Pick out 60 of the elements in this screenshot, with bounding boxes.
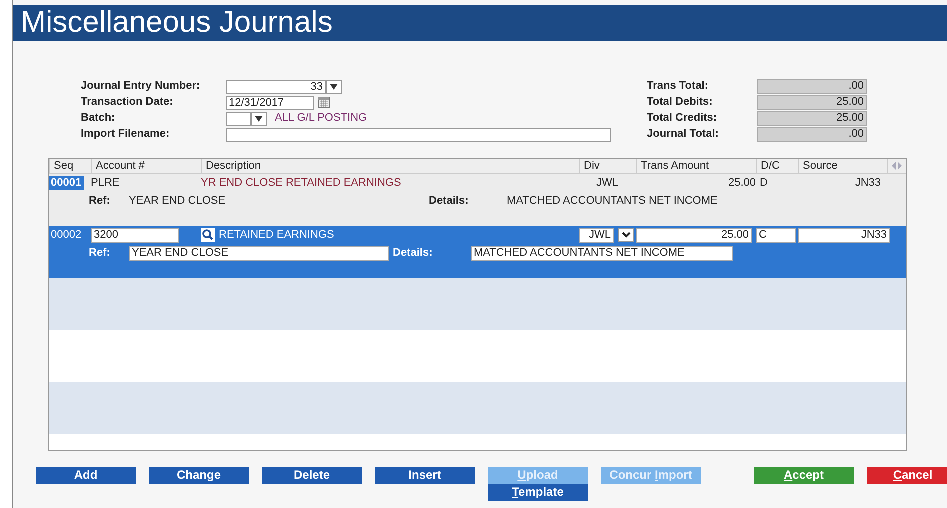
column-header: Seq [49, 159, 91, 173]
action-button[interactable]: Delete [262, 467, 362, 484]
details-field[interactable]: MATCHED ACCOUNTANTS NET INCOME [471, 246, 733, 260]
details-value: MATCHED ACCOUNTANTS NET INCOME [507, 194, 719, 209]
column-header: Description [201, 159, 579, 173]
batch-description: ALL G/L POSTING [275, 111, 368, 126]
table-row[interactable]: 00002 3200 RETAINED EARNINGS JWL 25.00 C JN33 Ref: YEAR END CLOSE Details: MATCHED ACCOUNTANTS NET INCOME [49, 226, 906, 278]
table-cell-text: JWL [596, 176, 620, 191]
filename-field[interactable] [226, 128, 611, 142]
total-field: 25.00 [757, 95, 867, 110]
dropdown-field[interactable]: 33 [226, 80, 326, 94]
batch-field[interactable] [226, 112, 251, 126]
debit-credit-field[interactable]: C [756, 228, 796, 242]
table-cell-text: YR END CLOSE RETAINED EARNINGS [201, 176, 402, 191]
account-description: RETAINED EARNINGS [219, 228, 334, 243]
accept-button[interactable]: Accept [754, 467, 854, 484]
dropdown-caret-icon[interactable] [618, 228, 634, 242]
total-label: Journal Total: [647, 127, 720, 142]
total-field: .00 [757, 127, 867, 142]
table-cell-text: JN33 [854, 176, 881, 191]
details-label: Details: [428, 194, 470, 209]
date-field[interactable]: 12/31/2017 [226, 96, 314, 110]
column-header: Div [579, 159, 636, 173]
table-cell-text: D [759, 176, 769, 191]
action-button[interactable]: Change [149, 467, 249, 484]
column-header: Trans Amount [636, 159, 756, 173]
column-header: Source [798, 159, 881, 173]
window-title: Miscellaneous Journals [13, 5, 947, 41]
dropdown-caret-icon[interactable] [326, 80, 342, 94]
source-field[interactable]: JN33 [798, 228, 890, 242]
column-header: Account # [91, 159, 201, 173]
ref-label: Ref: [89, 246, 112, 261]
details-label: Details: [392, 246, 434, 261]
ref-label: Ref: [89, 194, 112, 209]
account-field[interactable]: 3200 [91, 228, 179, 243]
calendar-icon[interactable] [318, 94, 330, 111]
action-button[interactable]: Add [36, 467, 136, 484]
dropdown-caret-icon[interactable] [251, 112, 267, 126]
total-field: .00 [757, 79, 867, 94]
ref-value: YEAR END CLOSE [129, 194, 227, 209]
action-button[interactable]: Insert [375, 467, 475, 484]
amount-field[interactable]: 25.00 [636, 228, 752, 242]
column-header: D/C [756, 159, 798, 173]
seq-number: 00001 [49, 176, 84, 190]
division-field[interactable]: JWL [579, 228, 614, 242]
total-field: 25.00 [757, 111, 867, 126]
ref-field[interactable]: YEAR END CLOSE [129, 246, 389, 260]
field-label: Transaction Date: [81, 95, 174, 110]
table-row[interactable]: 00001 PLRE YR END CLOSE RETAINED EARNINGS JWL 25.00 D JN33 Ref: YEAR END CLOSE Details: MATCHED ACCOUNTANTS NET INCOME [49, 174, 906, 226]
cancel-button[interactable]: Cancel [867, 467, 947, 484]
table-cell-text: PLRE [91, 176, 121, 191]
field-label: Batch: [81, 111, 116, 126]
total-label: Total Debits: [647, 95, 714, 110]
seq-number: 00002 [50, 228, 82, 241]
field-label: Import Filename: [81, 127, 171, 142]
field-label: Journal Entry Number: [81, 79, 202, 94]
table-cell-text: 25.00 [727, 176, 756, 191]
search-icon[interactable] [201, 226, 215, 244]
total-label: Trans Total: [647, 79, 710, 94]
total-label: Total Credits: [647, 111, 718, 126]
